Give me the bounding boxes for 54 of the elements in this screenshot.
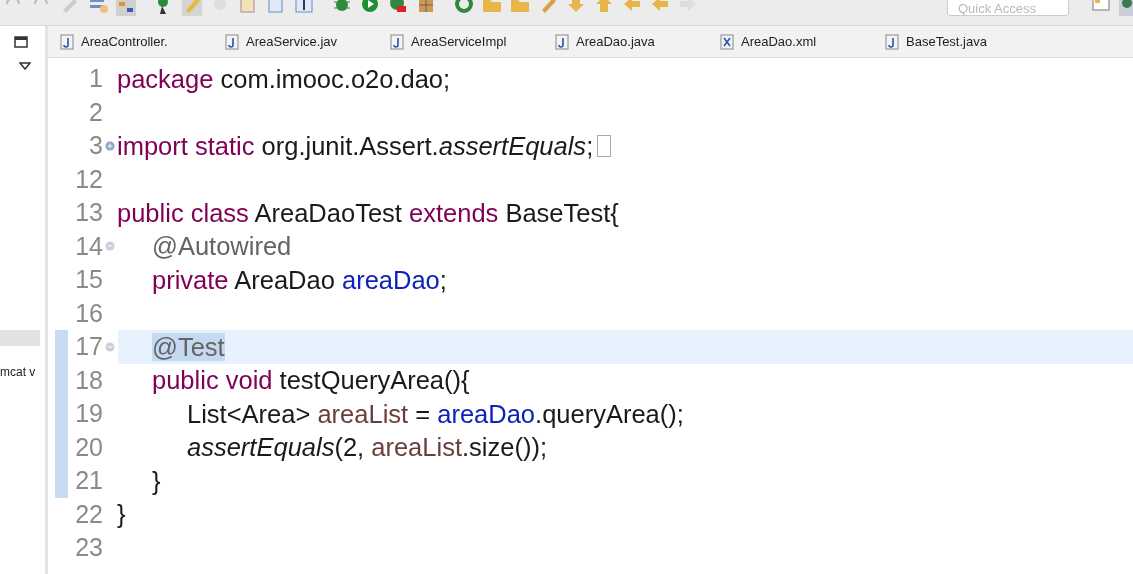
java-file-icon xyxy=(390,33,404,50)
collapse-icon[interactable] xyxy=(105,241,115,252)
editor-tab[interactable]: AreaServiceImpl xyxy=(388,31,553,52)
editor-tab[interactable]: BaseTest.java xyxy=(883,31,1048,52)
line-number: 12 xyxy=(74,163,103,195)
code-line: public void testQueryArea(){ xyxy=(151,365,470,397)
code-line: @Autowired xyxy=(151,231,292,263)
code-line: } xyxy=(151,465,161,497)
code-line: private AreaDao areaDao; xyxy=(151,264,447,296)
tree-item[interactable]: mcat v xyxy=(0,363,36,381)
java-file-icon xyxy=(225,33,239,50)
selected-row[interactable] xyxy=(0,330,40,346)
line-number: 1 xyxy=(88,63,103,94)
line-number: 19 xyxy=(74,398,103,429)
java-perspective-icon[interactable] xyxy=(1119,0,1133,16)
line-number: 13 xyxy=(74,197,103,228)
line-number: 18 xyxy=(74,364,103,396)
pilcrow-icon[interactable] xyxy=(294,0,314,16)
editor-tab[interactable]: AreaController. xyxy=(58,31,223,52)
line-number: 16 xyxy=(74,297,103,329)
java-file-icon xyxy=(60,33,74,50)
refresh-icon[interactable] xyxy=(454,0,474,16)
hierarchy-icon[interactable] xyxy=(116,0,136,16)
editor-tab[interactable]: AreaDao.xml xyxy=(718,31,883,52)
folded-code-box[interactable] xyxy=(597,134,612,157)
line-number: 14 xyxy=(74,230,103,262)
code-line: } xyxy=(117,499,126,531)
brush-icon[interactable] xyxy=(182,0,202,16)
code-line: assertEquals(2, areaList.size()); xyxy=(186,432,547,464)
line-number: 21 xyxy=(74,465,103,496)
code-line: package com.imooc.o2o.dao; xyxy=(117,63,451,95)
quick-access-field[interactable]: Quick Access xyxy=(947,0,1069,16)
java-file-icon xyxy=(555,33,569,50)
java-file-icon xyxy=(885,33,899,50)
line-number: 3 xyxy=(88,130,103,161)
line-number: 23 xyxy=(74,532,103,563)
dropdown-icon[interactable] xyxy=(19,62,31,70)
document-icon[interactable] xyxy=(238,0,258,16)
line-number: 2 xyxy=(88,96,103,128)
xml-file-icon xyxy=(720,33,734,50)
code-line: public class AreaDaoTest extends BaseTest{ xyxy=(117,197,619,229)
collapse-icon[interactable] xyxy=(105,341,115,352)
line-number: 20 xyxy=(74,431,103,463)
editor-tab[interactable]: AreaService.jav xyxy=(223,31,388,52)
line-number: 15 xyxy=(74,264,103,295)
line-number: 22 xyxy=(74,498,103,530)
code-line: List<Area> areaList = areaDao.queryArea(); xyxy=(186,398,684,430)
editor-tab[interactable]: AreaDao.java xyxy=(553,31,718,52)
code-line: import static org.junit.Assert.assertEquals; xyxy=(117,130,594,162)
line-number: 17 xyxy=(74,331,103,362)
list-icon[interactable] xyxy=(88,0,108,16)
maximize-icon[interactable] xyxy=(14,36,28,48)
page-icon[interactable] xyxy=(266,0,286,16)
expand-icon[interactable] xyxy=(105,140,115,151)
